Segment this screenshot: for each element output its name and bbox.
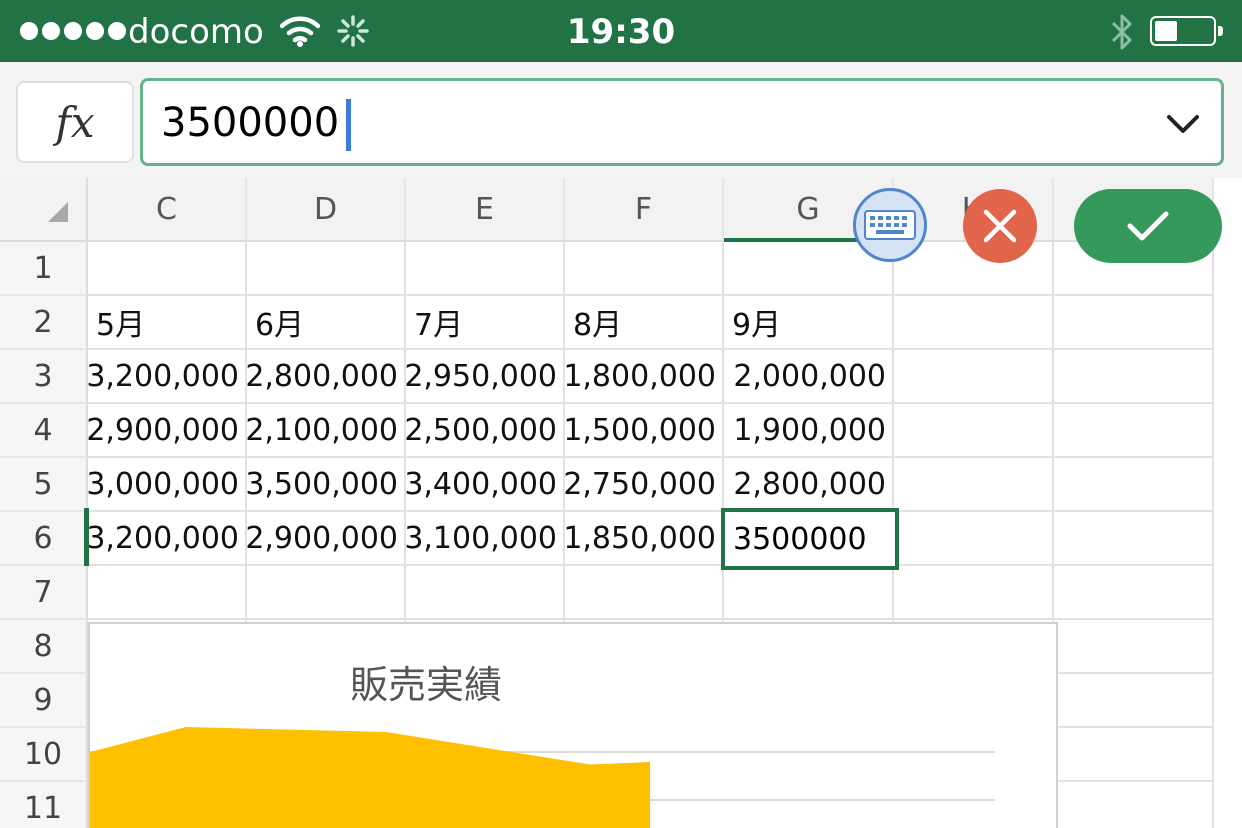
row-header-5[interactable]: 5	[0, 458, 88, 512]
row-header-11[interactable]: 11	[0, 782, 88, 828]
grid-cell[interactable]	[1054, 674, 1214, 728]
grid-cell[interactable]	[406, 566, 565, 620]
column-header-d[interactable]: D	[247, 178, 406, 242]
grid-cell[interactable]: 7月	[406, 296, 565, 350]
row-header-4[interactable]: 4	[0, 404, 88, 458]
close-icon	[983, 209, 1017, 243]
status-bar: docomo 19:30	[0, 0, 1242, 62]
grid-cell[interactable]	[88, 566, 247, 620]
battery-icon	[1150, 16, 1223, 46]
spreadsheet-grid[interactable]: CDEFGHI 1234567891011 5月6月7月8月9月3,200,00…	[0, 178, 1242, 828]
formula-text: 3500000	[161, 100, 340, 146]
grid-cell[interactable]	[88, 242, 247, 296]
grid-cell[interactable]	[1054, 512, 1214, 566]
grid-cell[interactable]: 2,800,000	[724, 458, 894, 512]
grid-cell[interactable]	[247, 242, 406, 296]
chart-plot	[90, 727, 995, 828]
grid-cell[interactable]	[1054, 296, 1214, 350]
grid-cell[interactable]: 3,500,000	[245, 458, 406, 512]
column-header-e[interactable]: E	[406, 178, 565, 242]
grid-cell[interactable]: 2,500,000	[404, 404, 565, 458]
grid-cell[interactable]: 3,200,000	[86, 512, 247, 566]
grid-cell[interactable]: 8月	[565, 296, 724, 350]
row-header-2[interactable]: 2	[0, 296, 88, 350]
grid-cell[interactable]: 2,950,000	[404, 350, 565, 404]
grid-cell[interactable]	[894, 512, 1054, 566]
grid-cell[interactable]	[724, 566, 894, 620]
function-button[interactable]: fx	[16, 81, 134, 163]
confirm-edit-button[interactable]	[1074, 189, 1222, 263]
chart[interactable]: 販売実績	[88, 622, 1058, 828]
grid-cell[interactable]: 2,000,000	[724, 350, 894, 404]
grid-cell[interactable]	[1054, 350, 1214, 404]
grid-cell[interactable]: 3,000,000	[86, 458, 247, 512]
grid-cell[interactable]: 5月	[88, 296, 247, 350]
grid-cell[interactable]	[1054, 404, 1214, 458]
select-all-corner[interactable]	[0, 178, 88, 242]
grid-cell[interactable]	[894, 296, 1054, 350]
cancel-edit-button[interactable]	[963, 189, 1037, 263]
active-row-indicator	[84, 508, 89, 566]
row-header-3[interactable]: 3	[0, 350, 88, 404]
formula-bar: fx 3500000	[0, 62, 1242, 178]
keyboard-toggle-button[interactable]	[853, 188, 927, 262]
grid-cell[interactable]	[1054, 458, 1214, 512]
formula-input[interactable]: 3500000	[140, 78, 1224, 166]
grid-cell[interactable]	[247, 566, 406, 620]
row-header-9[interactable]: 9	[0, 674, 88, 728]
grid-cell[interactable]: 2,900,000	[245, 512, 406, 566]
bluetooth-icon	[1111, 14, 1132, 50]
row-header-10[interactable]: 10	[0, 728, 88, 782]
grid-cell[interactable]: 1,800,000	[563, 350, 724, 404]
text-cursor	[346, 99, 351, 151]
status-time: 19:30	[566, 12, 676, 52]
grid-cell[interactable]: 1,900,000	[724, 404, 894, 458]
grid-cell[interactable]	[894, 458, 1054, 512]
grid-cell[interactable]: 2,100,000	[245, 404, 406, 458]
grid-cell[interactable]: 6月	[247, 296, 406, 350]
row-header-1[interactable]: 1	[0, 242, 88, 296]
grid-cell[interactable]	[1054, 782, 1214, 828]
row-header-8[interactable]: 8	[0, 620, 88, 674]
row-header-6[interactable]: 6	[0, 512, 88, 566]
keyboard-icon	[864, 210, 916, 240]
grid-cell[interactable]: 2,750,000	[563, 458, 724, 512]
grid-cell[interactable]	[1054, 728, 1214, 782]
select-all-triangle-icon	[48, 202, 68, 222]
grid-cell[interactable]	[894, 350, 1054, 404]
grid-cell[interactable]: 2,900,000	[86, 404, 247, 458]
grid-cell[interactable]	[894, 566, 1054, 620]
grid-cell[interactable]	[894, 404, 1054, 458]
chart-area-series	[90, 727, 650, 828]
grid-cell[interactable]	[565, 566, 724, 620]
grid-cell[interactable]	[406, 242, 565, 296]
grid-cell[interactable]: 2,800,000	[245, 350, 406, 404]
checkmark-icon	[1127, 211, 1169, 241]
grid-cell[interactable]: 3,100,000	[404, 512, 565, 566]
grid-cell[interactable]	[565, 242, 724, 296]
grid-cell[interactable]: 1,850,000	[563, 512, 724, 566]
active-cell[interactable]: 3500000	[721, 508, 899, 570]
column-header-c[interactable]: C	[88, 178, 247, 242]
chevron-down-icon[interactable]	[1165, 109, 1201, 139]
grid-cell[interactable]	[1054, 620, 1214, 674]
grid-cell[interactable]: 9月	[724, 296, 894, 350]
grid-cell[interactable]: 3,200,000	[86, 350, 247, 404]
grid-cell[interactable]: 1,500,000	[563, 404, 724, 458]
grid-cell[interactable]	[1054, 566, 1214, 620]
grid-cell[interactable]: 3,400,000	[404, 458, 565, 512]
row-header-7[interactable]: 7	[0, 566, 88, 620]
column-header-f[interactable]: F	[565, 178, 724, 242]
